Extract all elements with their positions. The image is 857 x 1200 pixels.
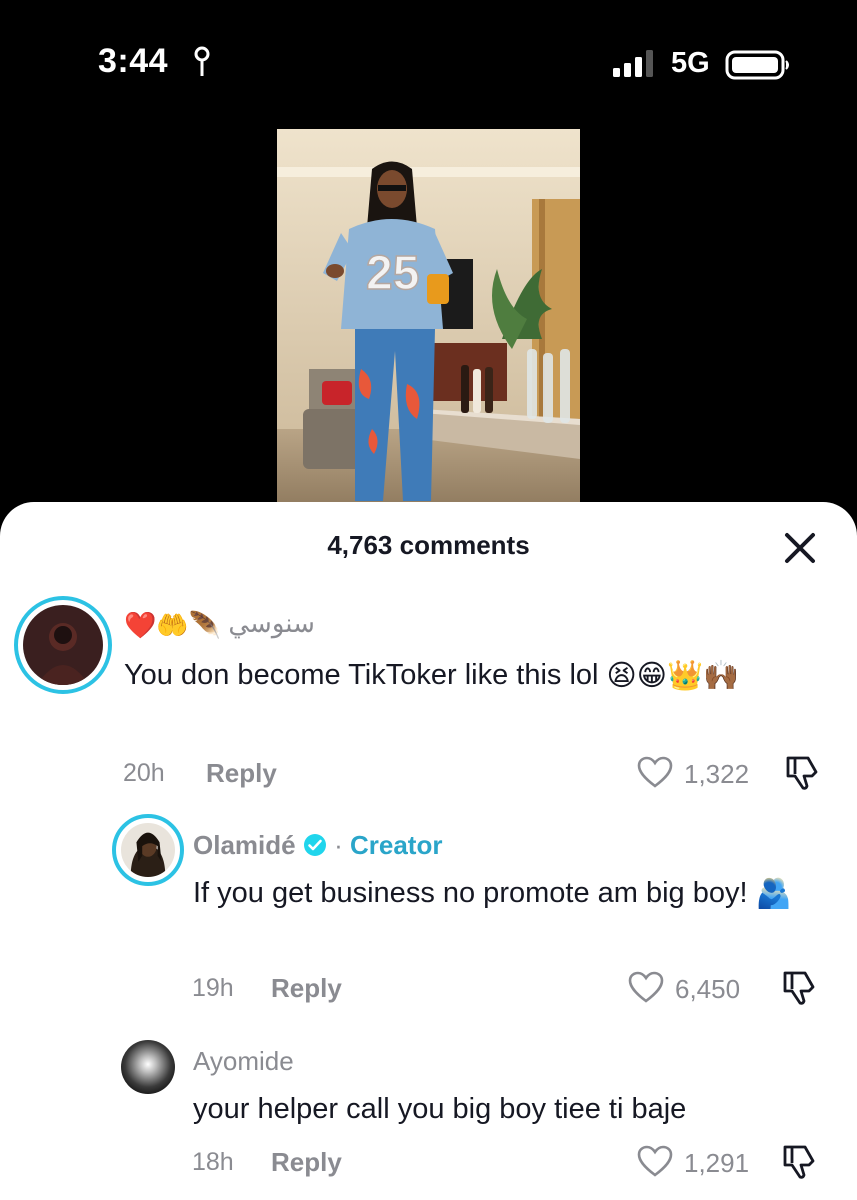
video-thumbnail[interactable]: 25 — [277, 129, 580, 509]
comment-username[interactable]: Ayomide — [193, 1046, 294, 1077]
avatar-image — [23, 605, 103, 685]
username-text: Olamidé — [193, 830, 296, 860]
comment-body: If you get business no promote am big bo… — [193, 877, 748, 909]
heart-icon[interactable] — [628, 971, 664, 1003]
comment-emojis: 😫😁👑🙌🏾 — [606, 660, 740, 693]
comment-item: Olamidé · Creator If you get business no… — [0, 802, 857, 1012]
username-emojis: ❤️🤲🪶 — [124, 609, 222, 640]
location-icon — [194, 46, 210, 76]
like-count: 6,450 — [675, 974, 741, 1004]
comment-text: your helper call you big boy tiee ti baj… — [193, 1086, 823, 1132]
avatar[interactable] — [112, 814, 184, 886]
comment-username[interactable]: ❤️🤲🪶 سنوسي — [124, 608, 315, 641]
comment-text: You don become TikToker like this lol 😫😁… — [124, 652, 804, 699]
comment-username[interactable]: Olamidé · Creator — [193, 830, 442, 861]
like-count: 1,291 — [684, 1148, 750, 1178]
comment-body: your helper call you big boy tiee ti baj… — [193, 1093, 687, 1125]
battery-icon — [725, 50, 789, 80]
username-text: Ayomide — [193, 1046, 294, 1076]
network-type: 5G — [671, 47, 710, 79]
reply-button[interactable]: Reply — [271, 1147, 342, 1178]
comment-body: You don become TikToker like this lol — [124, 659, 599, 691]
comment-time: 20h — [123, 759, 165, 787]
dislike-icon[interactable] — [782, 969, 818, 1005]
like-count: 1,322 — [684, 759, 750, 789]
avatar[interactable] — [121, 1040, 175, 1094]
comment-item: ❤️🤲🪶 سنوسي You don become TikToker like … — [0, 502, 857, 802]
avatar-image — [121, 823, 175, 877]
comment-emojis: 🫂 — [755, 878, 792, 911]
comment-item: Ayomide your helper call you big boy tie… — [0, 1022, 857, 1200]
username-text: سنوسي — [228, 608, 315, 638]
comments-sheet: 4,763 comments ❤️🤲🪶 سنوسي You don become… — [0, 502, 857, 1200]
heart-icon[interactable] — [637, 756, 673, 788]
verified-icon — [303, 834, 326, 856]
comment-time: 18h — [192, 1148, 234, 1176]
heart-icon[interactable] — [637, 1145, 673, 1177]
comment-text: If you get business no promote am big bo… — [193, 870, 803, 917]
dislike-icon[interactable] — [782, 1143, 818, 1179]
avatar-image — [121, 1040, 175, 1094]
creator-label: Creator — [349, 830, 443, 860]
avatar[interactable] — [14, 596, 112, 694]
comment-time: 19h — [192, 974, 234, 1002]
status-bar: 3:44 5G — [0, 0, 857, 120]
jersey-number: 25 — [366, 247, 419, 300]
dislike-icon[interactable] — [785, 754, 821, 790]
signal-icon — [613, 50, 653, 77]
status-time: 3:44 — [98, 42, 169, 80]
video-player[interactable]: 25 — [0, 120, 857, 520]
reply-button[interactable]: Reply — [271, 973, 342, 1004]
reply-button[interactable]: Reply — [206, 758, 277, 789]
separator: · — [334, 830, 343, 860]
